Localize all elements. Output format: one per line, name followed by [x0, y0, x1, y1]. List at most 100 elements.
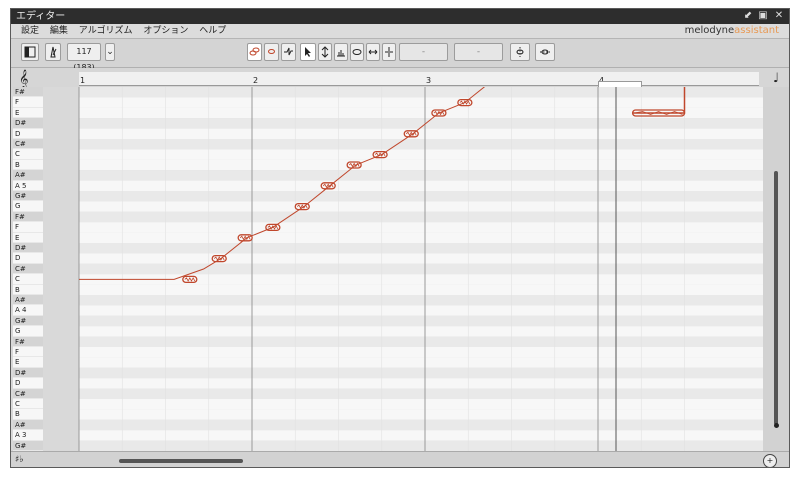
- piano-key[interactable]: G#: [13, 315, 43, 327]
- grid-row: [43, 170, 763, 181]
- grid-row: [43, 315, 763, 327]
- grid-row: [43, 232, 763, 243]
- chevron-down-icon: ⌄: [106, 47, 114, 57]
- main-tool-button[interactable]: [247, 43, 262, 61]
- piano-key[interactable]: F#: [13, 336, 43, 347]
- pitch-grid[interactable]: [43, 87, 763, 451]
- piano-key[interactable]: C: [13, 149, 43, 160]
- menu-algorithm[interactable]: アルゴリズム: [75, 24, 137, 38]
- metronome-button[interactable]: [45, 43, 61, 61]
- pre-roll-area: [43, 87, 79, 451]
- piano-key[interactable]: F: [13, 222, 43, 233]
- grid-row: [43, 399, 763, 410]
- grid-row: [43, 305, 763, 316]
- piano-key[interactable]: E: [13, 357, 43, 368]
- grid-row: [43, 118, 763, 129]
- piano-key[interactable]: F: [13, 347, 43, 358]
- vertical-scrollbar[interactable]: [763, 87, 789, 451]
- piano-key[interactable]: F: [13, 97, 43, 108]
- menu-options[interactable]: オプション: [139, 24, 192, 38]
- piano-key[interactable]: A 3: [13, 430, 43, 441]
- piano-key[interactable]: G#: [13, 191, 43, 202]
- menu-settings[interactable]: 設定: [17, 24, 43, 38]
- piano-key[interactable]: C: [13, 274, 43, 285]
- inspector-toggle-button[interactable]: [21, 43, 39, 61]
- brand-name: melodyne: [684, 25, 735, 36]
- close-icon[interactable]: ✕: [773, 10, 785, 22]
- metronome-icon: [50, 46, 57, 58]
- piano-key[interactable]: B: [13, 409, 43, 420]
- piano-key[interactable]: F#: [13, 87, 43, 98]
- pin-icon[interactable]: ⬋: [742, 10, 754, 22]
- grid-row: [43, 149, 763, 160]
- piano-key[interactable]: D: [13, 378, 43, 389]
- pitch-tool-button[interactable]: [264, 43, 279, 61]
- panel-toggle-icon: [24, 46, 36, 58]
- piano-key[interactable]: G: [13, 201, 43, 212]
- time-handle-icon: [368, 49, 378, 55]
- piano-key[interactable]: A 5: [13, 180, 43, 191]
- grid-row: [43, 180, 763, 191]
- zoom-icon[interactable]: +: [763, 454, 777, 467]
- piano-key[interactable]: B: [13, 159, 43, 171]
- maximize-icon[interactable]: ▣: [757, 10, 769, 22]
- grid-row: [43, 388, 763, 399]
- grid-row: [43, 284, 763, 295]
- editor-window: エディター ⬋ ▣ ✕ 設定 編集 アルゴリズム オプション ヘルプ melod…: [10, 8, 790, 468]
- note-value-icon[interactable]: ♩: [773, 70, 779, 88]
- quantize-pitch-button[interactable]: [510, 43, 530, 61]
- timing-tool-button[interactable]: [281, 43, 296, 61]
- time-handle-tool-button[interactable]: [366, 43, 380, 61]
- piano-key[interactable]: D#: [13, 243, 43, 254]
- piano-key[interactable]: C#: [13, 388, 43, 399]
- piano-key[interactable]: F#: [13, 211, 43, 223]
- piano-key[interactable]: C#: [13, 139, 43, 150]
- piano-key[interactable]: E: [13, 107, 43, 119]
- tuning-icon[interactable]: ♯♭: [15, 455, 24, 465]
- piano-key[interactable]: A#: [13, 170, 43, 181]
- piano-key[interactable]: E: [13, 232, 43, 243]
- piano-key[interactable]: D#: [13, 118, 43, 129]
- tempo-field[interactable]: 117 (183): [67, 43, 101, 72]
- note-split-tool-button[interactable]: [382, 43, 396, 61]
- time-field-start[interactable]: -: [399, 43, 448, 61]
- zoom-slider-handle[interactable]: [774, 423, 779, 428]
- grid-row: [43, 430, 763, 441]
- menu-edit[interactable]: 編集: [46, 24, 72, 38]
- horizontal-scroll-thumb[interactable]: [119, 459, 243, 463]
- select-tool-button[interactable]: [300, 43, 316, 61]
- piano-key[interactable]: D: [13, 253, 43, 264]
- grid-row: [43, 243, 763, 254]
- ruler-lane[interactable]: 1 2 3 4: [79, 72, 759, 86]
- menu-bar: 設定 編集 アルゴリズム オプション ヘルプ melodyneassistant: [11, 24, 789, 39]
- piano-key[interactable]: G: [13, 326, 43, 337]
- amplitude-tool-button[interactable]: [334, 43, 348, 61]
- time-field-length[interactable]: -: [454, 43, 503, 61]
- piano-key[interactable]: A#: [13, 419, 43, 431]
- menu-help[interactable]: ヘルプ: [195, 24, 230, 38]
- grid-row: [43, 378, 763, 389]
- brand-edition: assistant: [734, 25, 779, 36]
- bar-label: 1: [80, 76, 86, 85]
- piano-key[interactable]: D: [13, 128, 43, 139]
- grid-row: [43, 295, 763, 306]
- pitch-modulation-tool-button[interactable]: [318, 43, 332, 61]
- piano-key[interactable]: G#: [13, 440, 43, 451]
- arrow-cursor-icon: [305, 47, 311, 57]
- quantize-time-button[interactable]: [535, 43, 555, 61]
- piano-key[interactable]: C: [13, 399, 43, 410]
- split-icon: [385, 47, 393, 57]
- tempo-dropdown-button[interactable]: ⌄: [105, 43, 115, 61]
- treble-clef-icon[interactable]: 𝄞: [19, 69, 28, 89]
- piano-key[interactable]: A 4: [13, 305, 43, 316]
- note-separation-tool-button[interactable]: [350, 43, 364, 61]
- piano-key[interactable]: B: [13, 284, 43, 295]
- title-bar: エディター ⬋ ▣ ✕: [11, 9, 789, 24]
- main-tool-icon: [249, 47, 260, 56]
- piano-key[interactable]: A#: [13, 295, 43, 306]
- vertical-scroll-thumb[interactable]: [774, 171, 778, 425]
- pitch-tool-icon: [268, 49, 275, 54]
- piano-key[interactable]: D#: [13, 367, 43, 379]
- piano-key[interactable]: C#: [13, 263, 43, 275]
- horizontal-scrollbar[interactable]: ♯♭ +: [11, 451, 789, 467]
